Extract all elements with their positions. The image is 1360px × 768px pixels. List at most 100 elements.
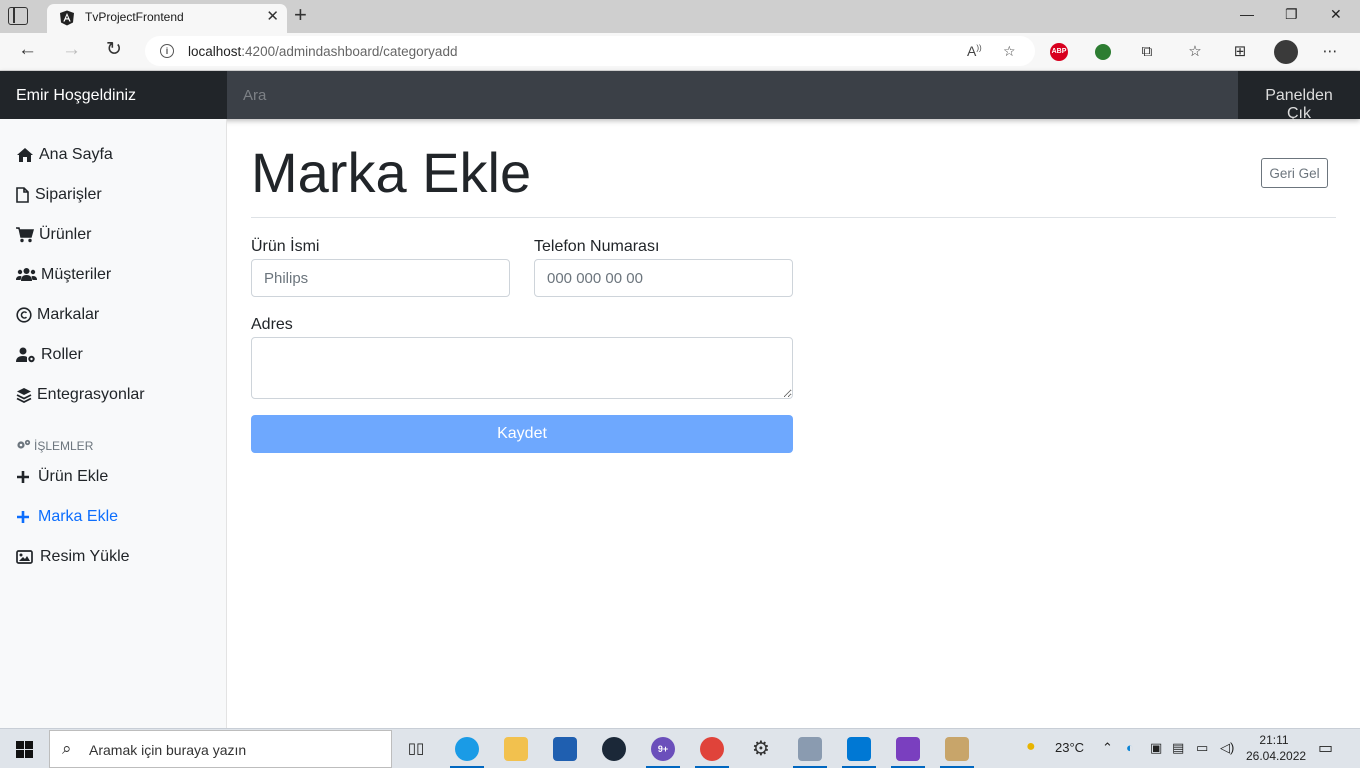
vscode-icon[interactable]	[847, 737, 871, 761]
sidebar-item-roles[interactable]: Roller	[16, 343, 83, 367]
sidebar-item-label: Ürün Ekle	[38, 468, 109, 485]
tab-actions-icon[interactable]	[8, 7, 28, 25]
minimize-icon[interactable]: —	[1240, 6, 1254, 22]
brand-welcome[interactable]: Emir Hoşgeldiniz	[0, 71, 227, 119]
gears-icon	[16, 439, 31, 453]
sidebar-item-orders[interactable]: Siparişler	[16, 183, 102, 207]
file-icon	[16, 186, 32, 204]
clock-time: 21:11	[1259, 733, 1289, 747]
file-explorer-icon[interactable]	[504, 737, 528, 761]
steam-icon[interactable]	[602, 737, 626, 761]
system-clock[interactable]: 21:11 26.04.2022	[1246, 732, 1307, 764]
sidebar-item-label: Müşteriler	[41, 266, 112, 283]
refresh-icon[interactable]: ↻	[106, 39, 122, 61]
angular-icon	[60, 10, 74, 26]
tray-expand-icon[interactable]: ⌃	[1102, 740, 1113, 756]
signout-link[interactable]: Panelden Çık	[1238, 71, 1360, 122]
tray-app-icon[interactable]: ▣	[1150, 740, 1162, 756]
taskbar: ⌕ Aramak için buraya yazın ▯▯ 9+ ⚙ ● 23°…	[0, 728, 1360, 768]
extension-icon[interactable]	[1095, 44, 1111, 60]
paint-icon[interactable]	[945, 737, 969, 761]
sidebar-item-home[interactable]: Ana Sayfa	[16, 143, 113, 167]
browser-toolbar: ← → ↻ i localhost:4200/admindashboard/ca…	[0, 33, 1360, 71]
extensions-puzzle-icon[interactable]: ⧉	[1137, 42, 1157, 62]
close-window-icon[interactable]: ✕	[1330, 6, 1342, 23]
profile-avatar[interactable]	[1274, 40, 1298, 64]
chat-app-icon[interactable]: 9+	[651, 737, 675, 761]
sidebar-item-integrations[interactable]: Entegrasyonlar	[16, 383, 145, 407]
phone-input[interactable]	[534, 259, 793, 297]
user-gear-icon	[16, 346, 38, 364]
notifications-icon[interactable]: ▭	[1318, 738, 1333, 758]
forward-arrow-icon[interactable]: →	[62, 39, 81, 61]
volume-icon[interactable]: ◁)	[1220, 740, 1234, 756]
plus-icon	[16, 468, 35, 486]
sidebar-item-add-brand[interactable]: Marka Ekle	[16, 505, 118, 529]
sidebar-item-upload-image[interactable]: Resim Yükle	[16, 545, 130, 569]
image-icon	[16, 548, 37, 566]
sidebar-item-label: Siparişler	[35, 186, 102, 203]
sidebar-section-heading: İŞLEMLER	[16, 439, 93, 453]
favorites-icon[interactable]: ☆	[1185, 42, 1205, 62]
sidebar-item-label: Entegrasyonlar	[37, 386, 145, 403]
restore-icon[interactable]: ❐	[1285, 6, 1298, 23]
home-icon	[16, 146, 36, 164]
close-tab-icon[interactable]: ✕	[266, 7, 279, 25]
address-textarea[interactable]	[251, 337, 793, 399]
sidebar-heading-label: İŞLEMLER	[34, 439, 94, 453]
page-title: Marka Ekle	[251, 141, 532, 204]
taskbar-search-placeholder: Aramak için buraya yazın	[89, 742, 247, 758]
visual-studio-icon[interactable]	[896, 737, 920, 761]
sidebar-item-products[interactable]: Ürünler	[16, 223, 91, 247]
monitor-app-icon[interactable]	[798, 737, 822, 761]
back-button[interactable]: Geri Gel	[1261, 158, 1328, 188]
taskbar-search[interactable]: ⌕ Aramak için buraya yazın	[49, 730, 392, 768]
title-divider	[251, 217, 1336, 218]
new-tab-icon[interactable]: +	[294, 3, 307, 27]
tray-app-2-icon[interactable]: ▤	[1172, 740, 1184, 756]
sidebar-item-add-product[interactable]: Ürün Ekle	[16, 465, 108, 489]
sidebar-item-label: Markalar	[37, 306, 100, 323]
read-aloud-icon[interactable]: A))	[967, 43, 982, 59]
address-label: Adres	[251, 316, 293, 333]
url-text[interactable]: localhost:4200/admindashboard/categoryad…	[188, 44, 457, 59]
save-button[interactable]: Kaydet	[251, 415, 793, 453]
sidebar-item-label: Resim Yükle	[40, 548, 130, 565]
chrome-icon[interactable]	[700, 737, 724, 761]
sidebar-item-label: Ana Sayfa	[39, 146, 113, 163]
more-menu-icon[interactable]: ⋯	[1320, 42, 1340, 62]
sidebar-item-label: Marka Ekle	[38, 508, 119, 525]
windows-start-icon[interactable]	[16, 741, 33, 758]
browser-tab-bar: TvProjectFrontend ✕ + — ❐ ✕	[0, 0, 1360, 33]
cloud-sync-icon[interactable]: ◐	[1126, 740, 1134, 755]
cart-icon	[16, 226, 36, 244]
collections-icon[interactable]: ⊞	[1230, 42, 1250, 62]
sidebar-item-customers[interactable]: Müşteriler	[16, 263, 111, 287]
name-input[interactable]	[251, 259, 510, 297]
app-navbar: Emir Hoşgeldiniz Panelden Çık	[0, 71, 1360, 122]
search-input[interactable]	[227, 71, 1238, 119]
info-icon[interactable]: i	[160, 44, 174, 58]
address-bar[interactable]: i localhost:4200/admindashboard/category…	[145, 36, 1035, 66]
name-label: Ürün İsmi	[251, 238, 320, 255]
network-icon[interactable]: ▭	[1196, 740, 1208, 756]
tab-title: TvProjectFrontend	[85, 10, 184, 24]
copyright-icon	[16, 306, 34, 324]
add-favorite-icon[interactable]: ☆	[1003, 43, 1016, 60]
layers-icon	[16, 386, 34, 404]
plus-icon	[16, 508, 35, 526]
back-arrow-icon[interactable]: ←	[18, 39, 37, 61]
sidebar-item-label: Roller	[41, 346, 83, 363]
edge-icon[interactable]	[455, 737, 479, 761]
store-icon[interactable]	[553, 737, 577, 761]
adblock-icon[interactable]: ABP	[1050, 43, 1068, 61]
clock-date: 26.04.2022	[1246, 749, 1307, 763]
settings-icon[interactable]: ⚙	[749, 737, 773, 761]
sidebar: Ana Sayfa Siparişler Ürünler Müşteriler …	[0, 119, 227, 728]
users-icon	[16, 266, 38, 284]
weather-icon[interactable]: ●	[1026, 738, 1036, 756]
sidebar-item-brands[interactable]: Markalar	[16, 303, 99, 327]
task-view-icon[interactable]: ▯▯	[404, 737, 428, 761]
weather-temp[interactable]: 23°C	[1055, 740, 1084, 755]
browser-tab[interactable]: TvProjectFrontend ✕	[47, 4, 287, 33]
